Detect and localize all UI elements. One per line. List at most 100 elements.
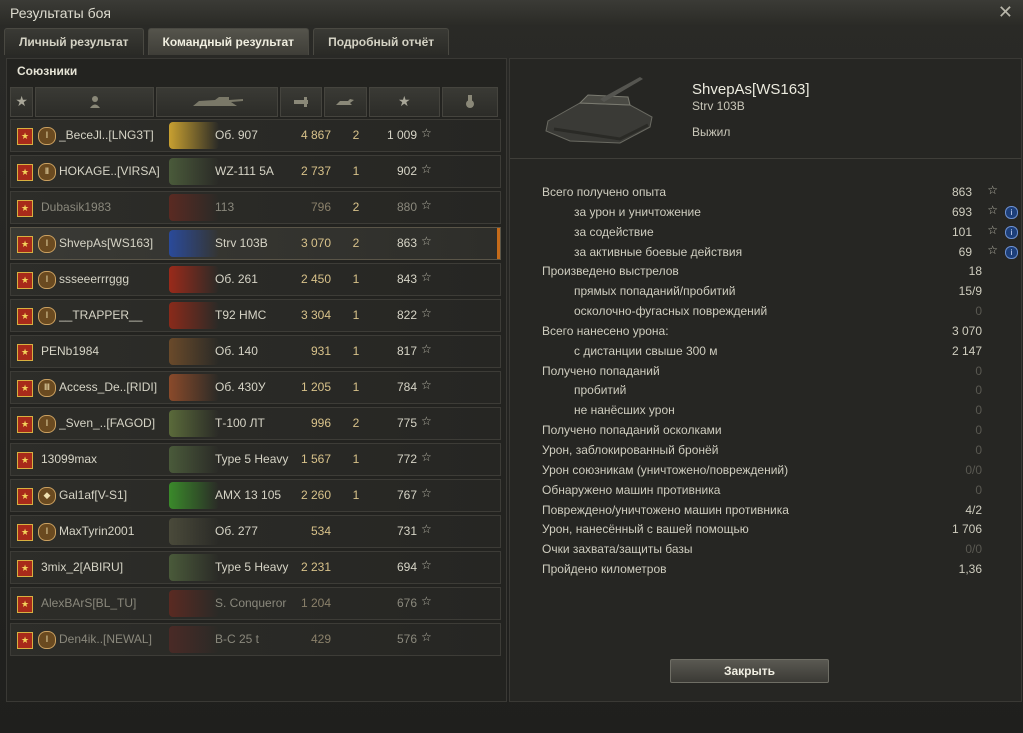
sort-xp-star-icon[interactable]: ★ <box>368 87 440 117</box>
stat-row: Всего нанесено урона: 3 070 <box>542 322 1002 342</box>
xp-value: 731 <box>396 524 417 538</box>
tab-personal-result[interactable]: Личный результат <box>4 28 144 55</box>
rank-badge-icon: ★ <box>17 488 33 505</box>
sort-medal-icon[interactable] <box>441 87 498 117</box>
stat-label: Урон, нанесённый с вашей помощью <box>542 522 749 537</box>
damage-value: 534 <box>310 524 331 538</box>
stat-label: за содействие <box>574 224 654 239</box>
vehicle-player-name: ShvepAs[WS163] <box>692 81 810 98</box>
stat-label: Повреждено/уничтожено машин противника <box>542 502 789 517</box>
xp-value: 576 <box>396 632 417 646</box>
kills-value: 2 <box>352 200 360 214</box>
rank-badge-icon: ★ <box>17 452 33 469</box>
ally-row[interactable]: ★ 3mix_2[ABIRU] Type 5 Heavy 2 231 694 ☆ <box>10 551 501 584</box>
ally-row[interactable]: ★ Ⅰ MaxTyrin2001 Об. 277 534 731 ☆ <box>10 515 501 548</box>
stat-row: Урон, заблокированный бронёй 0 <box>542 441 1002 461</box>
info-icon[interactable]: i <box>1005 225 1018 239</box>
stat-value: 1,36 <box>958 562 982 577</box>
ally-row[interactable]: ★ 13099max Type 5 Heavy 1 567 1 772 ☆ <box>10 443 501 476</box>
tank-name: 113 <box>215 200 235 214</box>
xp-star-icon: ☆ <box>421 558 432 572</box>
rank-badge-icon: ★ <box>17 416 33 433</box>
title-bar: Результаты боя ✕ <box>0 0 1023 26</box>
sort-badge-icon[interactable]: ★ <box>10 87 34 117</box>
sort-player-icon[interactable] <box>35 87 154 117</box>
stat-value: 0 <box>975 482 982 497</box>
stat-label: Получено попаданий осколками <box>542 423 722 438</box>
player-name: PENb1984 <box>41 344 100 358</box>
sort-kills-icon[interactable] <box>324 87 367 117</box>
player-name: MaxTyrin2001 <box>59 524 135 538</box>
ally-row[interactable]: ★ Ⅰ _Sven_..[FAGOD] Т-100 ЛТ 996 2 775 ☆ <box>10 407 501 440</box>
tank-thumbnail <box>169 194 219 221</box>
rank-badge-icon: ★ <box>17 128 33 145</box>
tab-detailed-report[interactable]: Подробный отчёт <box>313 28 450 55</box>
window-title: Результаты боя <box>10 5 112 21</box>
clan-emblem-icon: Ⅰ <box>38 271 56 289</box>
stat-label: не нанёсших урон <box>574 403 675 418</box>
xp-value: 784 <box>396 380 417 394</box>
rank-badge-icon: ★ <box>17 236 33 253</box>
stat-label: Произведено выстрелов <box>542 264 679 279</box>
rank-badge-icon: ★ <box>17 596 33 613</box>
tank-name: Об. 907 <box>215 128 258 142</box>
close-icon[interactable]: ✕ <box>998 2 1013 23</box>
tank-name: Об. 277 <box>215 524 258 538</box>
stat-row: прямых попаданий/пробитий 15/9 <box>542 282 1002 302</box>
vehicle-status: Выжил <box>692 125 731 139</box>
close-button[interactable]: Закрыть <box>670 659 829 683</box>
sort-tank-icon[interactable] <box>155 87 278 117</box>
player-name: __TRAPPER__ <box>59 308 143 322</box>
info-icon[interactable]: i <box>1005 205 1018 219</box>
stat-row: Урон союзникам (уничтожено/повреждений) 0… <box>542 461 1002 481</box>
rank-badge-icon: ★ <box>17 524 33 541</box>
stat-label: прямых попаданий/пробитий <box>574 284 736 299</box>
ally-row[interactable]: ★ Dubasik1983 113 796 2 880 ☆ <box>10 191 501 224</box>
tank-thumbnail <box>169 374 219 401</box>
ally-row[interactable]: ★ Ⅱ HOKAGE..[VIRSA] WZ-111 5A 2 737 1 902 ☆ <box>10 155 501 188</box>
stat-row: Очки захвата/защиты базы 0/0 <box>542 540 1002 560</box>
clan-emblem-icon: Ⅰ <box>38 415 56 433</box>
xp-value: 694 <box>396 560 417 574</box>
clan-emblem-icon: Ⅰ <box>38 523 56 541</box>
rank-badge-icon: ★ <box>17 200 33 217</box>
stat-value: 69 <box>958 244 972 259</box>
ally-row[interactable]: ★ Ⅰssseeerrrggg Об. 261 2 450 1 843 ☆ <box>10 263 501 296</box>
ally-row[interactable]: ★ Ⅰ Den4ik..[NEWAL] B-C 25 t 429 576 ☆ <box>10 623 501 656</box>
ally-row[interactable]: ★ Ⅰ ShvepAs[WS163] Strv 103B 3 070 2 863 ☆ <box>10 227 501 260</box>
ally-row[interactable]: ★ AlexBArS[BL_TU] S. Conqueror 1 204 676 ☆ <box>10 587 501 620</box>
ally-row[interactable]: ★ Ⅰ _BeceJl..[LNG3T] Об. 907 4 867 2 1 009 ☆ <box>10 119 501 152</box>
kills-icon <box>336 99 355 105</box>
info-icon[interactable]: i <box>1005 245 1018 259</box>
stat-row: не нанёсших урон 0 <box>542 401 1002 421</box>
stat-row: Повреждено/уничтожено машин противника 4/… <box>542 501 1002 521</box>
star-icon: ☆ <box>987 183 998 197</box>
xp-value: 863 <box>396 236 417 250</box>
tank-name: Strv 103B <box>215 236 268 250</box>
tank-thumbnail <box>169 554 219 581</box>
ally-row[interactable]: ★ Ⅲ Access_De..[RIDI] Об. 430У 1 205 1 784 ☆ <box>10 371 501 404</box>
damage-value: 4 867 <box>300 128 331 142</box>
allies-table-header: ★ ★ <box>10 87 500 117</box>
player-name: Access_De..[RIDI] <box>59 380 158 394</box>
xp-star-icon: ☆ <box>421 198 432 212</box>
stat-row: Обнаружено машин противника 0 <box>542 481 1002 501</box>
sort-damage-icon[interactable] <box>279 87 323 117</box>
player-name: 13099max <box>41 452 98 466</box>
tab-team-result[interactable]: Командный результат <box>147 28 310 55</box>
kills-value: 1 <box>352 452 360 466</box>
stat-label: Всего получено опыта <box>542 185 667 199</box>
player-name: _BeceJl..[LNG3T] <box>59 128 154 142</box>
xp-star-icon: ☆ <box>421 486 432 500</box>
ally-row[interactable]: ★ Ⅰ __TRAPPER__ T92 HMC 3 304 1 822 ☆ <box>10 299 501 332</box>
stat-label: Урон, заблокированный бронёй <box>542 442 719 457</box>
tank-thumbnail <box>169 482 219 509</box>
stat-row: Получено попаданий осколками 0 <box>542 421 1002 441</box>
tab-bar: Личный результат Командный результат Под… <box>4 28 453 56</box>
ally-row[interactable]: ★ PENb1984 Об. 140 931 1 817 ☆ <box>10 335 501 368</box>
stat-row: Пройдено километров 1,36 <box>542 560 1002 580</box>
stat-value: 3 070 <box>951 323 982 338</box>
ally-row[interactable]: ★ ◆ Gal1af[V-S1] AMX 13 105 2 260 1 767 ☆ <box>10 479 501 512</box>
clan-emblem-icon: ◆ <box>38 487 56 505</box>
stat-value: 863 <box>951 185 972 199</box>
